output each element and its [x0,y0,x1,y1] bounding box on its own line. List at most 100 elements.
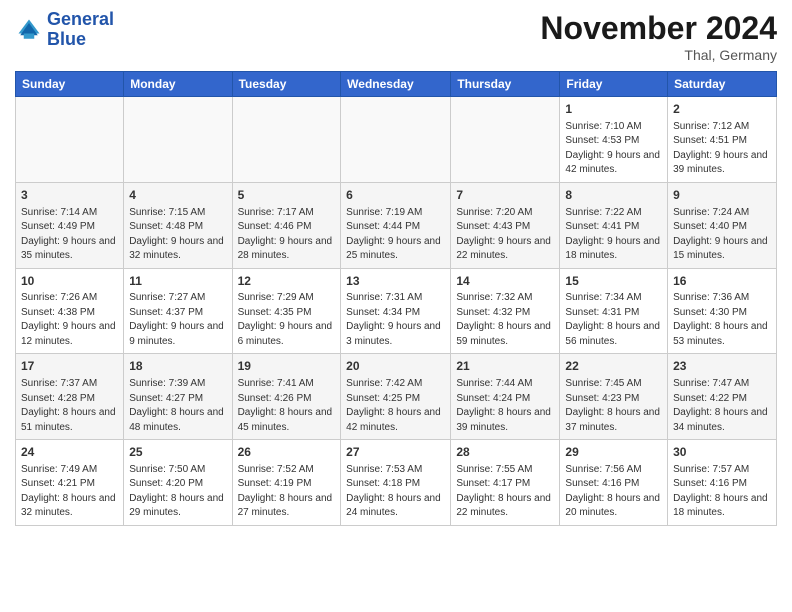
day-info: Sunrise: 7:19 AM Sunset: 4:44 PM Dayligh… [346,206,445,264]
calendar-cell: 25 Sunrise: 7:50 AM Sunset: 4:20 PM Dayli… [124,440,232,526]
day-number: 18 [129,358,226,375]
logo: General Blue [15,10,114,50]
calendar-header: SundayMondayTuesdayWednesdayThursdayFrid… [16,72,777,97]
calendar-cell [124,97,232,183]
calendar-cell: 18 Sunrise: 7:39 AM Sunset: 4:27 PM Dayli… [124,354,232,440]
day-info: Sunrise: 7:56 AM Sunset: 4:16 PM Dayligh… [565,463,662,521]
page-subtitle: Thal, Germany [540,47,777,63]
logo-text: General Blue [47,10,114,50]
day-number: 13 [346,273,445,290]
calendar-cell: 23 Sunrise: 7:47 AM Sunset: 4:22 PM Dayli… [668,354,777,440]
day-info: Sunrise: 7:44 AM Sunset: 4:24 PM Dayligh… [456,377,554,435]
weekday-header-friday: Friday [560,72,668,97]
day-info: Sunrise: 7:47 AM Sunset: 4:22 PM Dayligh… [673,377,771,435]
day-number: 17 [21,358,118,375]
header: General Blue November 2024 Thal, Germany [15,10,777,63]
weekday-header-wednesday: Wednesday [341,72,451,97]
calendar-cell [451,97,560,183]
day-info: Sunrise: 7:52 AM Sunset: 4:19 PM Dayligh… [238,463,336,521]
weekday-header-thursday: Thursday [451,72,560,97]
day-info: Sunrise: 7:34 AM Sunset: 4:31 PM Dayligh… [565,291,662,349]
calendar-week-1: 1Sunrise: 7:10 AM Sunset: 4:53 PM Daylig… [16,97,777,183]
calendar-cell: 19Sunrise: 7:41 AM Sunset: 4:26 PM Dayli… [232,354,341,440]
calendar-cell: 4 Sunrise: 7:15 AM Sunset: 4:48 PM Daylig… [124,182,232,268]
weekday-header-tuesday: Tuesday [232,72,341,97]
day-info: Sunrise: 7:42 AM Sunset: 4:25 PM Dayligh… [346,377,445,435]
calendar-cell: 7Sunrise: 7:20 AM Sunset: 4:43 PM Daylig… [451,182,560,268]
calendar-cell: 27 Sunrise: 7:53 AM Sunset: 4:18 PM Dayli… [341,440,451,526]
calendar-cell [341,97,451,183]
day-number: 25 [129,444,226,461]
day-number: 29 [565,444,662,461]
calendar-cell: 14Sunrise: 7:32 AM Sunset: 4:32 PM Dayli… [451,268,560,354]
day-info: Sunrise: 7:29 AM Sunset: 4:35 PM Dayligh… [238,291,336,349]
day-number: 21 [456,358,554,375]
calendar-cell: 17 Sunrise: 7:37 AM Sunset: 4:28 PM Dayli… [16,354,124,440]
calendar-cell: 24 Sunrise: 7:49 AM Sunset: 4:21 PM Dayli… [16,440,124,526]
day-info: Sunrise: 7:32 AM Sunset: 4:32 PM Dayligh… [456,291,554,349]
weekday-header-monday: Monday [124,72,232,97]
day-number: 4 [129,187,226,204]
logo-line1: General [47,9,114,29]
day-info: Sunrise: 7:27 AM Sunset: 4:37 PM Dayligh… [129,291,226,349]
calendar-cell: 28 Sunrise: 7:55 AM Sunset: 4:17 PM Dayli… [451,440,560,526]
calendar-week-2: 3 Sunrise: 7:14 AM Sunset: 4:49 PM Daylig… [16,182,777,268]
day-info: Sunrise: 7:49 AM Sunset: 4:21 PM Dayligh… [21,463,118,521]
day-info: Sunrise: 7:12 AM Sunset: 4:51 PM Dayligh… [673,120,771,178]
day-info: Sunrise: 7:15 AM Sunset: 4:48 PM Dayligh… [129,206,226,264]
calendar-cell: 13Sunrise: 7:31 AM Sunset: 4:34 PM Dayli… [341,268,451,354]
day-number: 6 [346,187,445,204]
day-number: 14 [456,273,554,290]
calendar-cell [16,97,124,183]
calendar-cell: 11Sunrise: 7:27 AM Sunset: 4:37 PM Dayli… [124,268,232,354]
day-info: Sunrise: 7:50 AM Sunset: 4:20 PM Dayligh… [129,463,226,521]
day-info: Sunrise: 7:55 AM Sunset: 4:17 PM Dayligh… [456,463,554,521]
day-number: 11 [129,273,226,290]
day-number: 12 [238,273,336,290]
calendar-cell: 29 Sunrise: 7:56 AM Sunset: 4:16 PM Dayli… [560,440,668,526]
logo-line2: Blue [47,29,86,49]
day-number: 22 [565,358,662,375]
header-row: SundayMondayTuesdayWednesdayThursdayFrid… [16,72,777,97]
day-number: 7 [456,187,554,204]
calendar-cell: 20 Sunrise: 7:42 AM Sunset: 4:25 PM Dayli… [341,354,451,440]
day-number: 9 [673,187,771,204]
day-info: Sunrise: 7:24 AM Sunset: 4:40 PM Dayligh… [673,206,771,264]
day-number: 8 [565,187,662,204]
day-info: Sunrise: 7:53 AM Sunset: 4:18 PM Dayligh… [346,463,445,521]
calendar-cell: 26 Sunrise: 7:52 AM Sunset: 4:19 PM Dayli… [232,440,341,526]
day-number: 30 [673,444,771,461]
day-number: 5 [238,187,336,204]
calendar-week-5: 24 Sunrise: 7:49 AM Sunset: 4:21 PM Dayli… [16,440,777,526]
calendar-week-4: 17 Sunrise: 7:37 AM Sunset: 4:28 PM Dayli… [16,354,777,440]
day-info: Sunrise: 7:45 AM Sunset: 4:23 PM Dayligh… [565,377,662,435]
calendar-cell: 16Sunrise: 7:36 AM Sunset: 4:30 PM Dayli… [668,268,777,354]
day-info: Sunrise: 7:57 AM Sunset: 4:16 PM Dayligh… [673,463,771,521]
calendar-week-3: 10Sunrise: 7:26 AM Sunset: 4:38 PM Dayli… [16,268,777,354]
page: General Blue November 2024 Thal, Germany… [0,0,792,612]
calendar-cell: 6 Sunrise: 7:19 AM Sunset: 4:44 PM Daylig… [341,182,451,268]
calendar-cell: 30 Sunrise: 7:57 AM Sunset: 4:16 PM Dayli… [668,440,777,526]
day-number: 27 [346,444,445,461]
calendar-cell: 1Sunrise: 7:10 AM Sunset: 4:53 PM Daylig… [560,97,668,183]
calendar-cell: 22 Sunrise: 7:45 AM Sunset: 4:23 PM Dayli… [560,354,668,440]
day-number: 20 [346,358,445,375]
calendar-body: 1Sunrise: 7:10 AM Sunset: 4:53 PM Daylig… [16,97,777,526]
calendar-cell: 10Sunrise: 7:26 AM Sunset: 4:38 PM Dayli… [16,268,124,354]
day-info: Sunrise: 7:37 AM Sunset: 4:28 PM Dayligh… [21,377,118,435]
calendar-cell: 9 Sunrise: 7:24 AM Sunset: 4:40 PM Daylig… [668,182,777,268]
day-number: 23 [673,358,771,375]
page-title: November 2024 [540,10,777,47]
day-info: Sunrise: 7:22 AM Sunset: 4:41 PM Dayligh… [565,206,662,264]
day-info: Sunrise: 7:39 AM Sunset: 4:27 PM Dayligh… [129,377,226,435]
day-number: 24 [21,444,118,461]
calendar-cell: 12Sunrise: 7:29 AM Sunset: 4:35 PM Dayli… [232,268,341,354]
day-number: 1 [565,101,662,118]
day-number: 26 [238,444,336,461]
day-info: Sunrise: 7:14 AM Sunset: 4:49 PM Dayligh… [21,206,118,264]
day-number: 15 [565,273,662,290]
calendar-cell: 3 Sunrise: 7:14 AM Sunset: 4:49 PM Daylig… [16,182,124,268]
day-info: Sunrise: 7:36 AM Sunset: 4:30 PM Dayligh… [673,291,771,349]
day-number: 3 [21,187,118,204]
day-number: 28 [456,444,554,461]
